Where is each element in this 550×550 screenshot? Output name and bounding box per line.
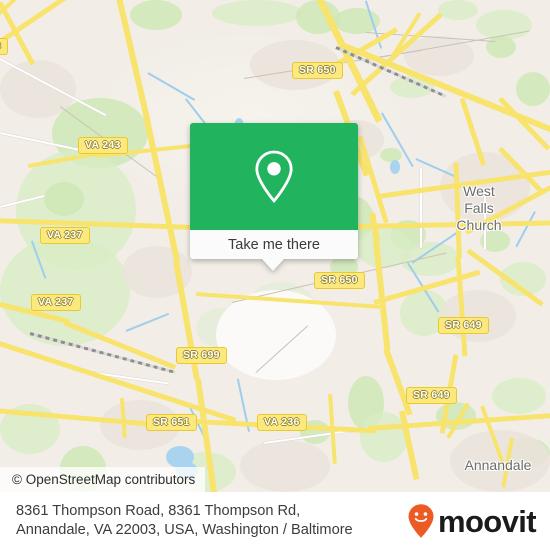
road-shield: SR 649	[438, 317, 489, 334]
road-shield: 3	[0, 38, 9, 55]
callout-tail	[262, 259, 284, 271]
road-shield: SR 650	[314, 272, 365, 289]
map-residential-area	[440, 290, 516, 342]
footer-bar: 8361 Thompson Road, 8361 Thompson Rd, An…	[0, 492, 550, 550]
place-label-line: Falls	[464, 200, 494, 216]
take-me-there-label: Take me there	[228, 236, 320, 253]
place-label-line: Church	[456, 217, 502, 233]
moovit-pin-smiley-icon	[408, 504, 434, 538]
map-attribution[interactable]: © OpenStreetMap contributors	[0, 467, 206, 492]
address-line-2: Annandale, VA 22003, USA, Washington / B…	[16, 522, 353, 538]
map-park-area	[212, 0, 302, 26]
road-shield: SR 650	[292, 62, 343, 79]
map-minor-road	[420, 168, 422, 248]
place-label-west-falls-church: West Falls Church	[440, 184, 518, 232]
map-park-area	[380, 148, 402, 162]
place-label-line: Annandale	[464, 457, 532, 473]
road-shield: VA 243	[78, 137, 128, 154]
moovit-location-card: 3 SR 650 VA 243 VA 237 VA 237 SR 650 SR …	[0, 0, 550, 550]
road-shield: SR 649	[406, 387, 457, 404]
map-park-area	[516, 72, 550, 106]
map-pin-icon	[255, 150, 293, 203]
map-park-area	[130, 0, 182, 30]
road-shield: VA 237	[31, 294, 81, 311]
map-park-area	[0, 236, 130, 346]
map-park-area	[486, 36, 516, 58]
place-label-annandale: Annandale	[448, 458, 548, 472]
location-callout-card[interactable]: Take me there	[190, 123, 358, 271]
address-text: 8361 Thompson Road, 8361 Thompson Rd, An…	[16, 502, 353, 540]
map-park-area	[438, 0, 478, 20]
moovit-wordmark: moovit	[437, 503, 537, 539]
map-park-area	[492, 378, 546, 414]
map-canvas[interactable]: 3 SR 650 VA 243 VA 237 VA 237 SR 650 SR …	[0, 0, 550, 492]
road-shield: VA 236	[257, 414, 307, 431]
road-shield: SR 651	[146, 414, 197, 431]
attribution-label: © OpenStreetMap contributors	[12, 472, 196, 487]
callout-icon-area	[190, 123, 358, 230]
moovit-logo[interactable]: moovit	[406, 503, 537, 539]
address-line-1: 8361 Thompson Road, 8361 Thompson Rd,	[16, 503, 301, 519]
road-shield: VA 237	[40, 227, 90, 244]
road-shield: SR 699	[176, 347, 227, 364]
map-park-area	[44, 182, 84, 216]
map-water-body	[390, 160, 400, 174]
place-label-line: West	[463, 183, 495, 199]
take-me-there-button[interactable]: Take me there	[190, 230, 358, 259]
map-residential-area	[240, 440, 330, 492]
